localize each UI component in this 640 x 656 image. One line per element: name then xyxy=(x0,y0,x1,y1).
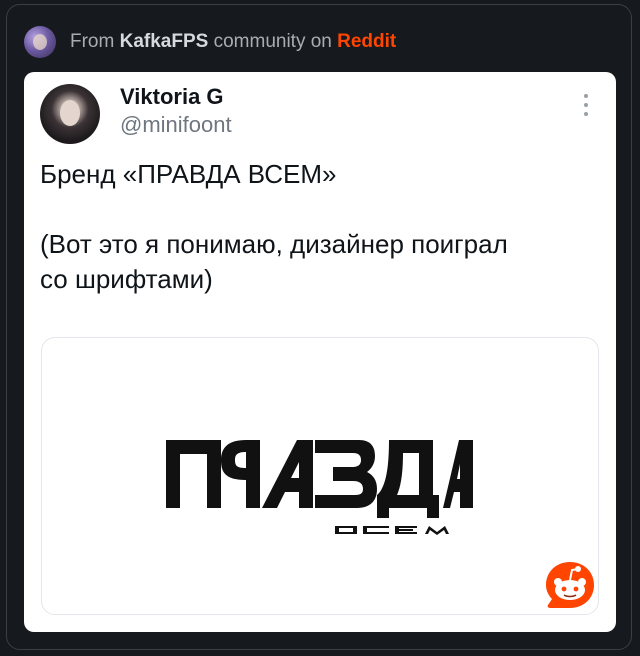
post-title-line: Бренд «ПРАВДА ВСЕМ» xyxy=(40,159,337,189)
more-options-icon[interactable] xyxy=(582,94,590,116)
post-card[interactable]: Viktoria G @minifoont Бренд «ПРАВДА ВСЕМ… xyxy=(24,72,616,632)
author-handle[interactable]: @minifoont xyxy=(120,112,232,138)
post-text-line: со шрифтами) xyxy=(40,264,213,294)
community-avatar-icon[interactable] xyxy=(24,26,56,58)
source-middle: community on xyxy=(208,31,338,52)
post-text-line: (Вот это я понимаю, дизайнер поиграл xyxy=(40,229,508,259)
brand-logo-image xyxy=(166,440,473,535)
community-link[interactable]: KafkaFPS xyxy=(120,31,209,52)
platform-link[interactable]: Reddit xyxy=(337,31,396,52)
source-prefix: From xyxy=(70,31,120,52)
reddit-icon[interactable] xyxy=(544,560,596,612)
post-image[interactable] xyxy=(41,337,599,615)
author-name[interactable]: Viktoria G xyxy=(120,84,224,110)
author-avatar[interactable] xyxy=(40,84,100,144)
source-label: From KafkaFPS community on Reddit xyxy=(70,31,396,53)
post-body: Бренд «ПРАВДА ВСЕМ» (Вот это я понимаю, … xyxy=(40,157,600,297)
embed-source-header: From KafkaFPS community on Reddit xyxy=(24,24,396,60)
